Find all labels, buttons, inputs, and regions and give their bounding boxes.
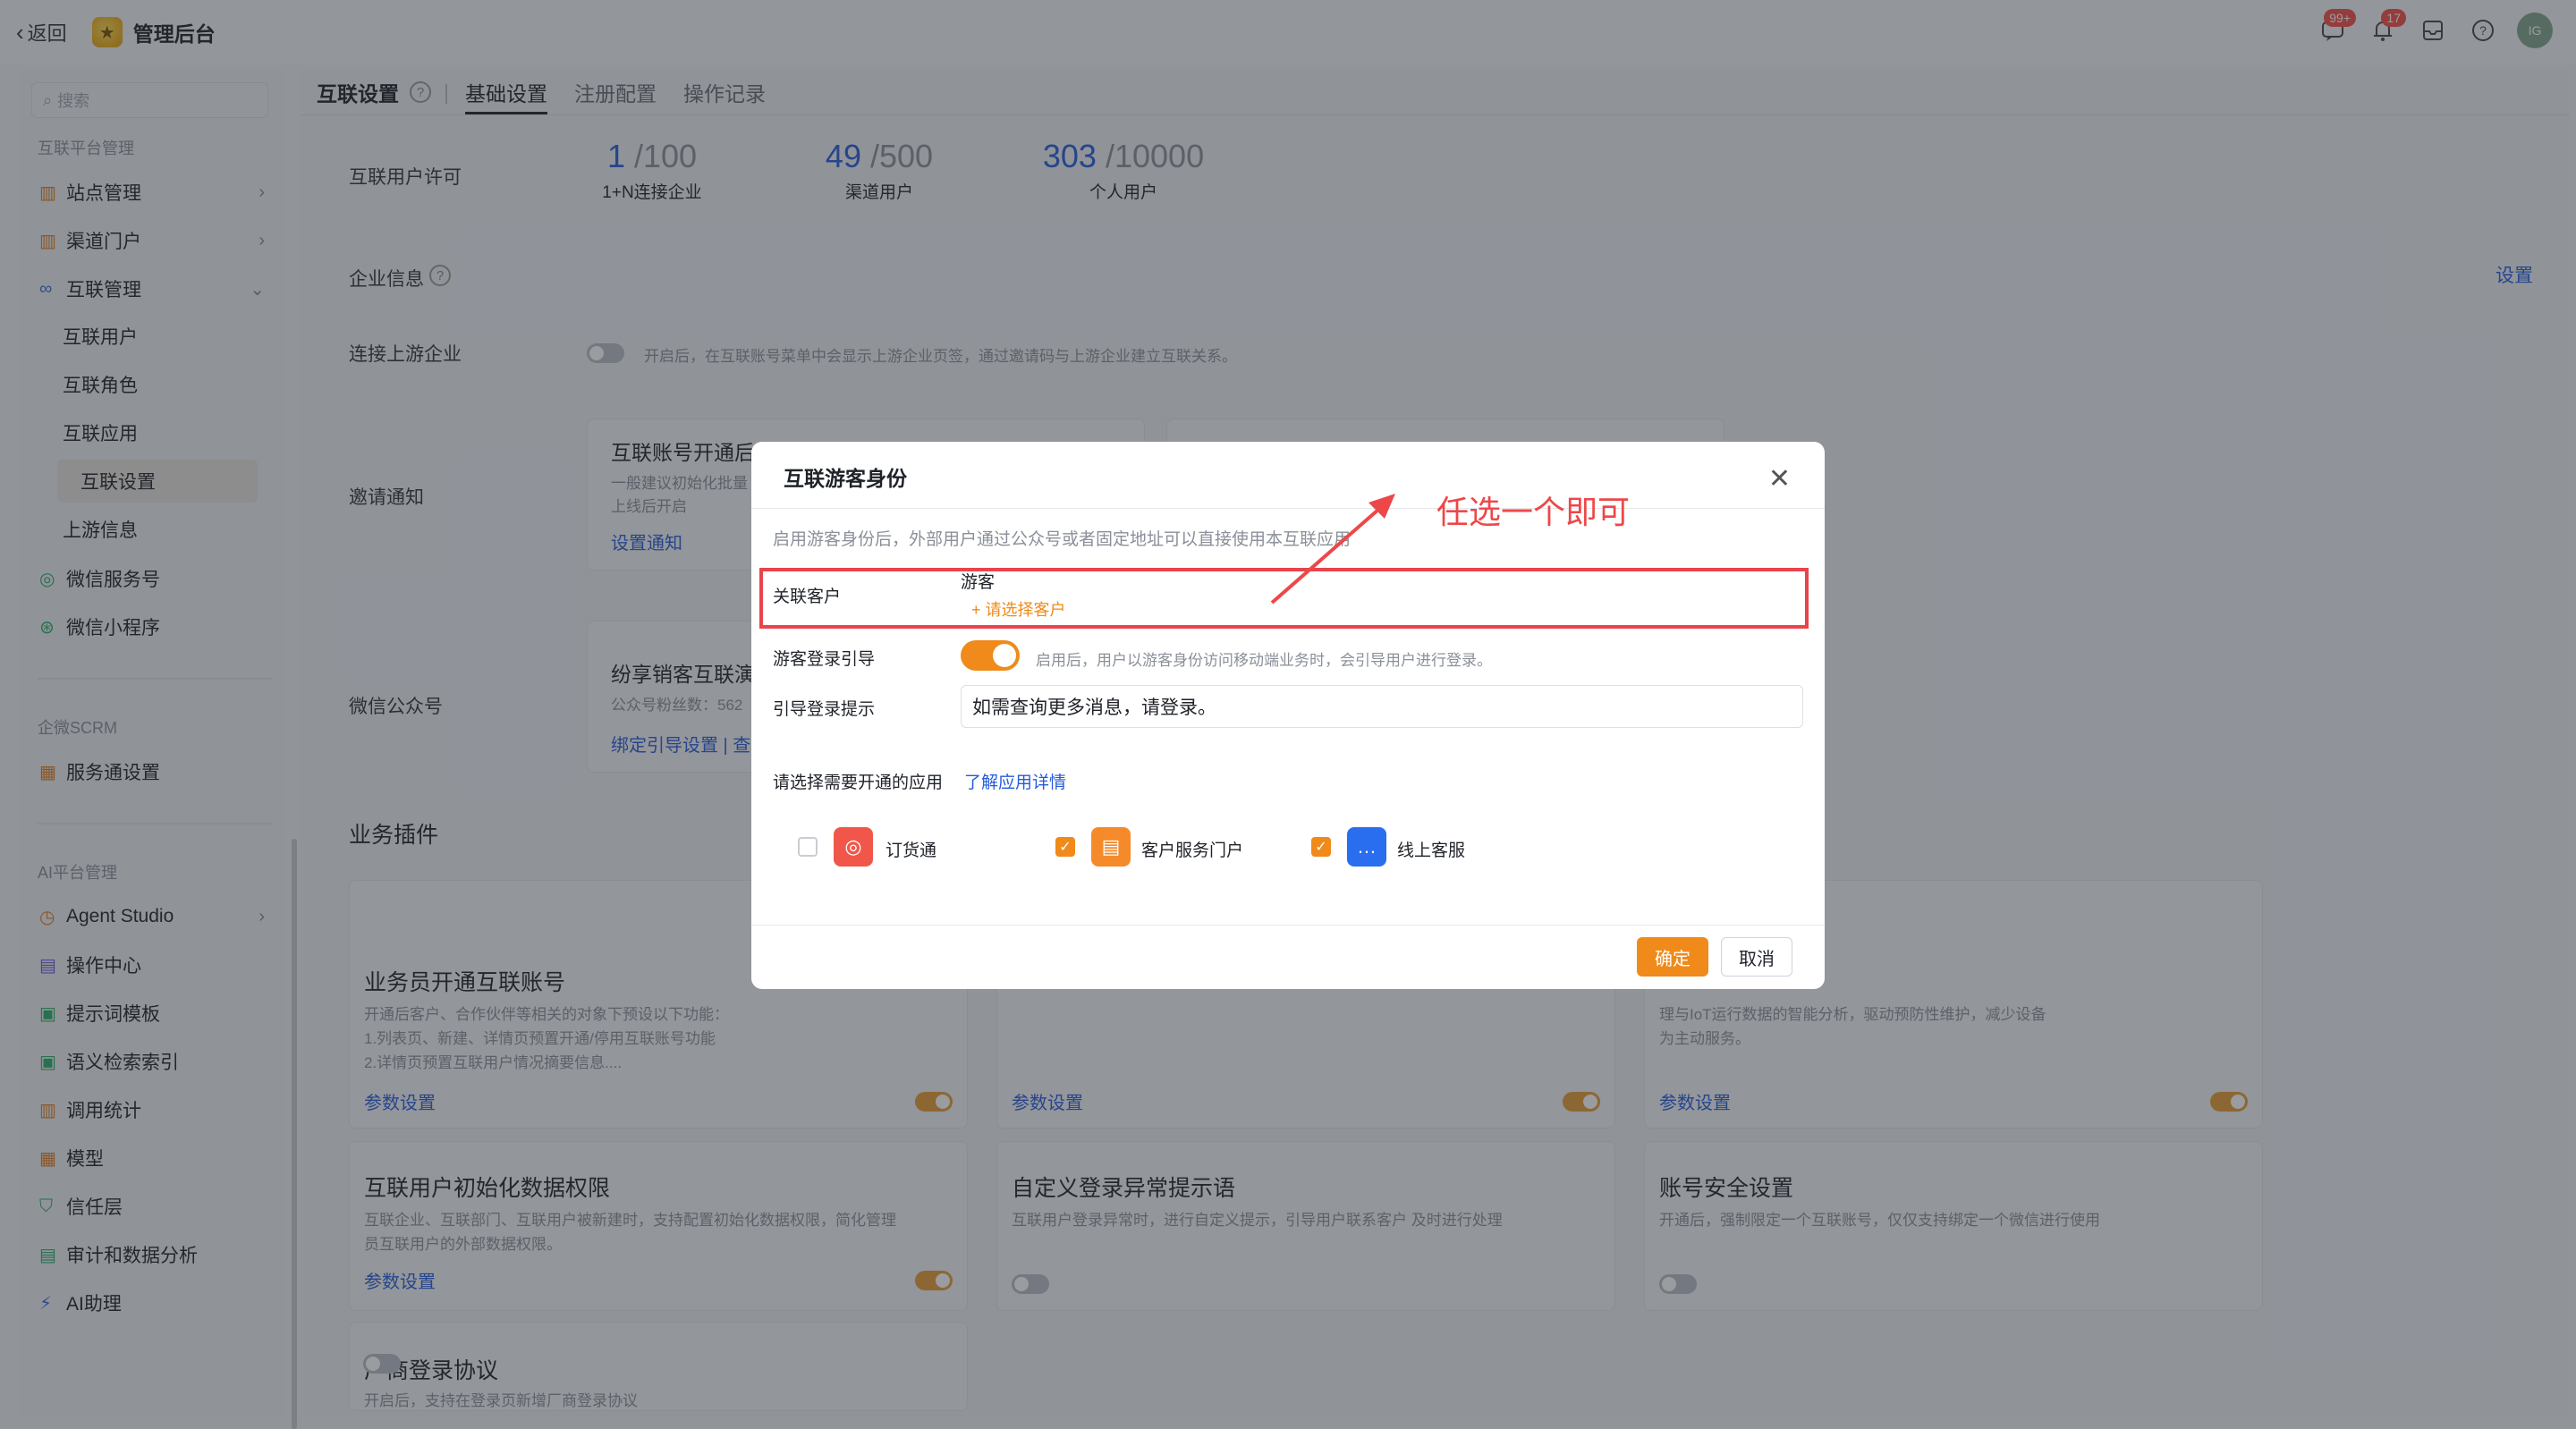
dialog-title: 互联游客身份 (784, 467, 907, 490)
app-name: 线上客服 (1397, 841, 1466, 860)
chat-app-icon: … (1347, 827, 1386, 867)
cancel-button[interactable]: 取消 (1721, 937, 1792, 977)
order-app-icon: ◎ (834, 827, 873, 867)
app-checkbox-portal[interactable]: ✓ (1055, 837, 1075, 857)
guide-toggle[interactable] (961, 640, 1020, 671)
apps-detail-link[interactable]: 了解应用详情 (964, 769, 1066, 793)
guide-hint: 启用后，用户以游客身份访问移动端业务时，会引导用户进行登录。 (1036, 652, 1492, 669)
app-checkbox-order[interactable] (798, 837, 818, 857)
confirm-button[interactable]: 确定 (1637, 937, 1708, 977)
prompt-input[interactable]: 如需查询更多消息，请登录。 (961, 685, 1803, 728)
app-name: 订货通 (886, 841, 937, 860)
close-icon[interactable]: ✕ (1768, 463, 1791, 495)
divider (751, 925, 1825, 926)
app-checkbox-service[interactable]: ✓ (1311, 837, 1331, 857)
app-name: 客户服务门户 (1141, 841, 1244, 860)
prompt-label: 引导登录提示 (773, 700, 876, 719)
annotation-arrow-icon (1270, 494, 1395, 605)
guide-label: 游客登录引导 (773, 650, 876, 669)
apps-label: 请选择需要开通的应用 (773, 774, 944, 792)
annotation-text: 任选一个即可 (1436, 494, 1631, 530)
portal-app-icon: ▤ (1091, 827, 1131, 867)
